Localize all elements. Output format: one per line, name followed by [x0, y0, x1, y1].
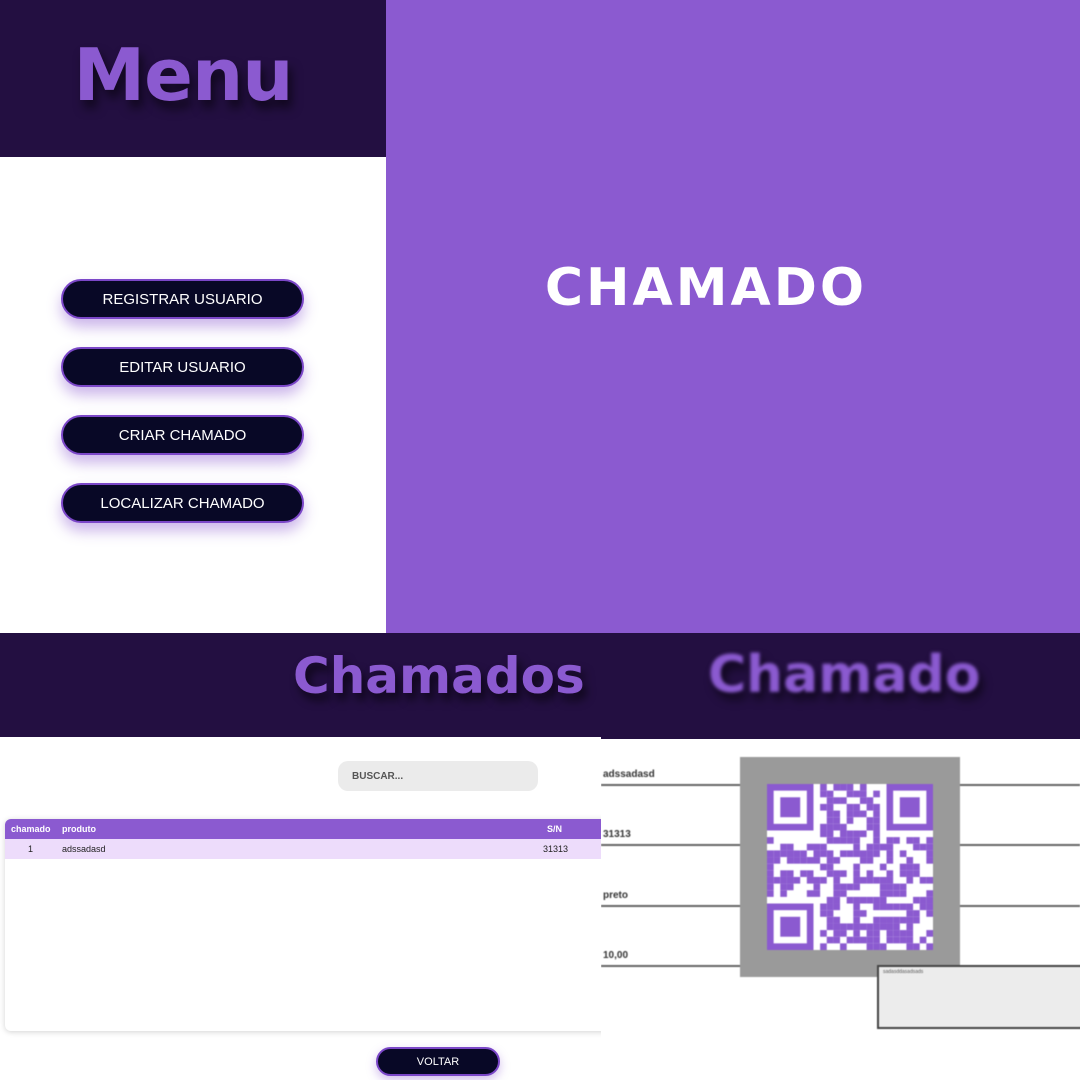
qr-code-icon	[767, 784, 933, 950]
column-header-chamado: chamado	[11, 824, 51, 834]
back-button[interactable]: VOLTAR	[376, 1047, 500, 1076]
ticket-detail-title: Chamado	[708, 645, 981, 705]
menu-title: Menu	[73, 33, 294, 117]
field-sn: 31313	[603, 829, 631, 840]
field-produto: adssadasd	[603, 769, 655, 780]
ticket-detail-body: adssadasd 31313 preto 10,00 asdadsdsd sa…	[601, 739, 1080, 1080]
column-header-sn: S/N	[547, 824, 563, 834]
table-row[interactable]: 1 adssadasd 31313	[5, 839, 601, 859]
edit-user-button[interactable]: EDITAR USUARIO	[61, 347, 304, 387]
register-user-button[interactable]: REGISTRAR USUARIO	[61, 279, 304, 319]
splash-title: CHAMADO	[544, 258, 868, 318]
qr-code-frame	[740, 757, 960, 977]
notes-box: sadasddasadsads	[877, 965, 1080, 1029]
tickets-list-screen: Chamados chamado produto S/N 1 adssadasd…	[0, 633, 601, 1080]
tickets-table: chamado produto S/N 1 adssadasd 31313	[5, 819, 601, 1031]
menu-screen: Menu REGISTRAR USUARIO EDITAR USUARIO CR…	[0, 0, 386, 633]
tickets-title: Chamados	[293, 647, 585, 705]
field-valor: 10,00	[603, 950, 629, 961]
ticket-detail-header: Chamado	[601, 633, 1080, 739]
splash-screen: CHAMADO	[386, 0, 1080, 633]
cell-sn: 31313	[543, 844, 569, 854]
table-header: chamado produto S/N	[5, 819, 601, 839]
cell-chamado: 1	[28, 844, 34, 854]
create-ticket-button[interactable]: CRIAR CHAMADO	[61, 415, 304, 455]
find-ticket-button[interactable]: LOCALIZAR CHAMADO	[61, 483, 304, 523]
field-cor: preto	[603, 890, 628, 901]
column-header-produto: produto	[62, 824, 96, 834]
notes-text: sadasddasadsads	[883, 969, 924, 975]
cell-produto: adssadasd	[62, 844, 106, 854]
search-input[interactable]	[338, 761, 538, 791]
tickets-header: Chamados	[0, 633, 601, 737]
menu-header: Menu	[0, 0, 386, 157]
ticket-detail-screen: Chamado adssadasd 31313 preto 10,00 asda…	[601, 633, 1080, 1080]
